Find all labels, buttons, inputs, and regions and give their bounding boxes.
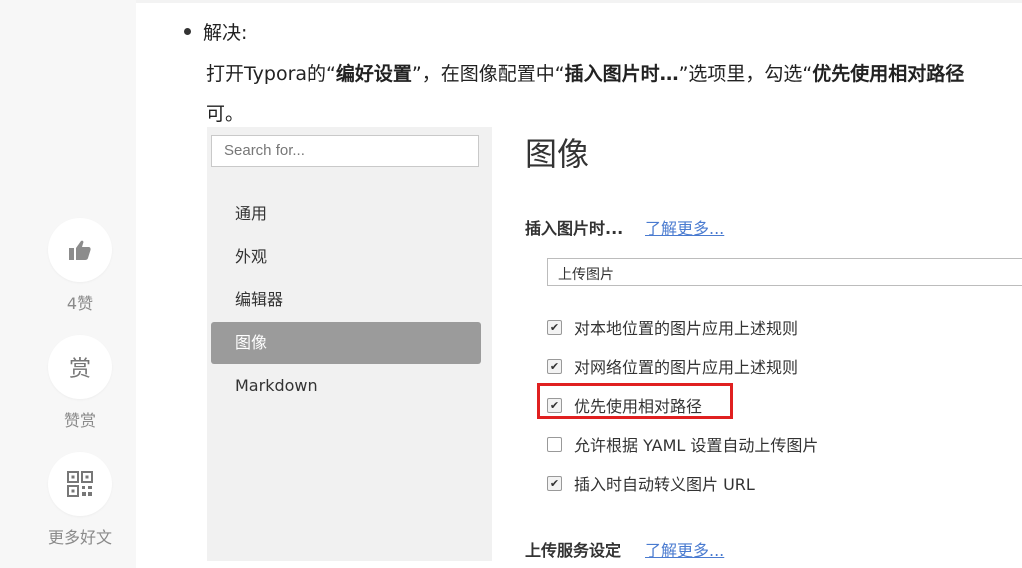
bullet-item: 解决: [178, 18, 247, 45]
like-button[interactable] [48, 218, 112, 282]
option-label: 对网络位置的图片应用上述规则 [574, 358, 799, 377]
upload-learn-more-link[interactable]: 了解更多... [645, 537, 724, 561]
checkbox-checked-icon[interactable]: ✔ [547, 475, 562, 491]
para-text: ”选项里，勾选“ [678, 63, 813, 85]
typora-preferences-screenshot: Search for... 通用 外观 编辑器 图像 Markdown 图像 插… [207, 127, 1022, 561]
nav-item-markdown[interactable]: Markdown [211, 365, 481, 407]
like-action[interactable]: 4赞 [48, 218, 112, 314]
option-label: 对本地位置的图片应用上述规则 [574, 319, 799, 338]
more-articles-label: 更多好文 [47, 528, 112, 547]
bullet-label: 解决: [203, 22, 248, 44]
reward-icon: 赏 [68, 357, 91, 382]
nav-item-general[interactable]: 通用 [211, 193, 481, 235]
nav-item-editor[interactable]: 编辑器 [211, 279, 481, 321]
red-highlight-box [537, 383, 733, 419]
checkbox-unchecked-icon[interactable] [547, 436, 562, 452]
thumbs-up-icon [69, 240, 91, 260]
left-action-rail: 4赞 赏 赞赏 更多好文 [0, 0, 136, 568]
insert-image-label: 插入图片时... [525, 219, 624, 238]
search-input[interactable]: Search for... [211, 135, 479, 167]
option-label: 允许根据 YAML 设置自动上传图片 [574, 436, 819, 455]
option-network-images[interactable]: ✔ 对网络位置的图片应用上述规则 [547, 354, 798, 378]
checkbox-checked-icon[interactable]: ✔ [547, 358, 562, 374]
insert-action-select[interactable]: 上传图片 [547, 258, 1022, 286]
preferences-sidebar: Search for... 通用 外观 编辑器 图像 Markdown [207, 127, 492, 561]
option-escape-url[interactable]: ✔ 插入时自动转义图片 URL [547, 471, 755, 495]
solution-paragraph-end: 可。 [206, 103, 245, 125]
para-text: 打开Typora的“ [206, 63, 336, 85]
para-bold: 优先使用相对路径 [812, 63, 965, 85]
para-bold: 插入图片时… [564, 63, 679, 85]
checkbox-checked-icon[interactable]: ✔ [547, 319, 562, 335]
learn-more-link[interactable]: 了解更多... [645, 215, 724, 239]
upload-service-label: 上传服务设定 [525, 541, 622, 560]
image-settings-pane: 图像 插入图片时... 了解更多... 上传图片 ✔ 对本地位置的图片应用上述规… [525, 127, 1022, 561]
para-bold: 编好设置 [335, 63, 412, 85]
option-label: 插入时自动转义图片 URL [574, 475, 755, 494]
pane-title: 图像 [525, 135, 590, 173]
reward-label: 赞赏 [63, 411, 96, 430]
like-count: 4赞 [66, 294, 94, 313]
qr-code-icon [67, 471, 93, 497]
para-text: ”，在图像配置中“ [411, 63, 565, 85]
qr-code-button[interactable] [48, 452, 112, 516]
top-strip [136, 0, 1022, 3]
option-yaml-upload[interactable]: 允许根据 YAML 设置自动上传图片 [547, 432, 818, 456]
more-articles-action[interactable]: 更多好文 [48, 452, 112, 548]
nav-item-image[interactable]: 图像 [211, 322, 481, 364]
solution-paragraph: 打开Typora的“编好设置”，在图像配置中“插入图片时…”选项里，勾选“优先使… [206, 60, 964, 88]
reward-action[interactable]: 赏 赞赏 [48, 335, 112, 431]
option-local-images[interactable]: ✔ 对本地位置的图片应用上述规则 [547, 315, 798, 339]
nav-item-appearance[interactable]: 外观 [211, 236, 481, 278]
reward-button[interactable]: 赏 [48, 335, 112, 399]
bullet-dot [184, 28, 191, 35]
